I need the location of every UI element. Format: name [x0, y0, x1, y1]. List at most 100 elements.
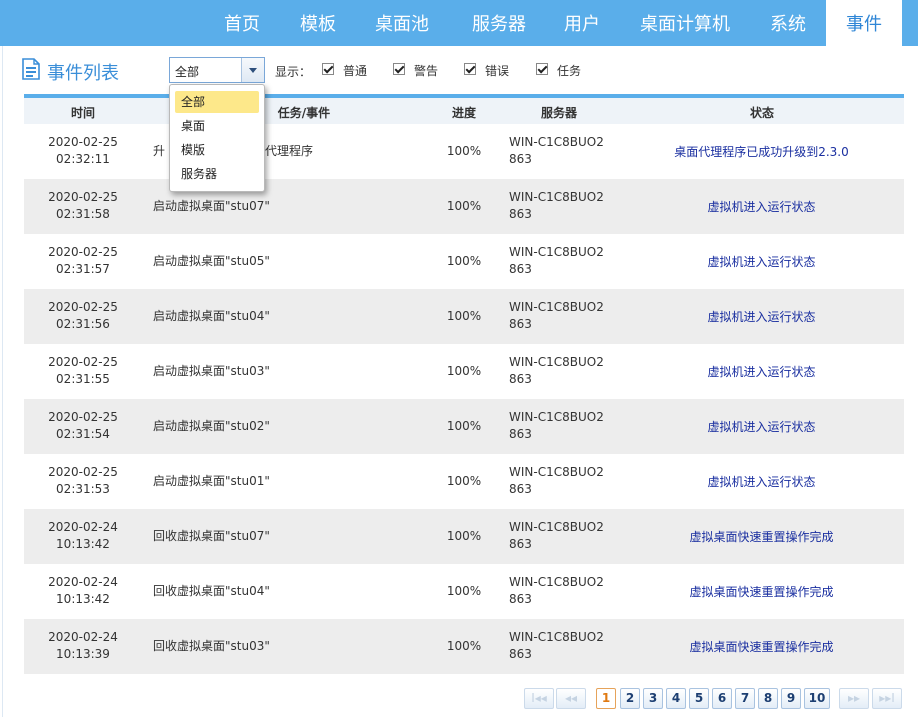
progress-cell: 100%: [446, 584, 482, 598]
page-button-2[interactable]: 2: [620, 688, 640, 709]
server-cell: WIN-C1C8BUO2 863: [509, 520, 604, 551]
table-row[interactable]: 2020-02-25 02:31:56 启动虚拟桌面"stu04" 100% WI…: [24, 289, 904, 344]
dropdown-option-server[interactable]: 服务器: [175, 163, 259, 185]
progress-cell: 100%: [446, 474, 482, 488]
page-button-9[interactable]: 9: [781, 688, 801, 709]
task-cell: 回收虚拟桌面"stu04": [153, 584, 270, 598]
nav-system[interactable]: 系统: [758, 0, 818, 46]
status-link[interactable]: 虚拟机进入运行状态: [644, 254, 879, 271]
dropdown-option-all[interactable]: 全部: [175, 91, 259, 113]
checkbox-label: 任务: [557, 64, 582, 78]
progress-cell: 100%: [446, 199, 482, 213]
checkbox-checked-icon[interactable]: [536, 63, 548, 75]
server-cell: WIN-C1C8BUO2 863: [509, 410, 604, 441]
checkbox-label: 错误: [485, 64, 510, 78]
progress-cell: 100%: [446, 639, 482, 653]
server-cell: WIN-C1C8BUO2 863: [509, 465, 604, 496]
checkbox-label: 警告: [414, 64, 439, 78]
status-link[interactable]: 虚拟机进入运行状态: [644, 419, 879, 436]
time-cell: 2020-02-24 10:13:42: [48, 520, 118, 551]
task-cell: 启动虚拟桌面"stu07": [153, 199, 270, 213]
chevron-down-icon: [249, 68, 257, 73]
last-page-button[interactable]: ▸▸I: [872, 688, 902, 709]
checkbox-checked-icon[interactable]: [464, 63, 476, 75]
table-row[interactable]: 2020-02-25 02:32:11 升代理程序 100% WIN-C1C8BU…: [24, 124, 904, 179]
status-link[interactable]: 虚拟机进入运行状态: [644, 199, 879, 216]
table-row[interactable]: 2020-02-25 02:31:54 启动虚拟桌面"stu02" 100% WI…: [24, 399, 904, 454]
page-button-3[interactable]: 3: [643, 688, 663, 709]
task-cell: 回收虚拟桌面"stu03": [153, 639, 270, 653]
column-header-server[interactable]: 服务器: [519, 104, 599, 121]
page-button-4[interactable]: 4: [666, 688, 686, 709]
table-header: 时间 任务/事件 进度 服务器 状态: [24, 98, 904, 124]
prev-page-button[interactable]: ◂◂: [556, 688, 586, 709]
event-type-dropdown: 全部 桌面 模版 服务器: [169, 84, 265, 192]
next-page-button[interactable]: ▸▸: [839, 688, 869, 709]
task-cell: 启动虚拟桌面"stu01": [153, 474, 270, 488]
first-page-button[interactable]: I◂◂: [524, 688, 554, 709]
server-cell: WIN-C1C8BUO2 863: [509, 135, 604, 166]
task-cell: 启动虚拟桌面"stu03": [153, 364, 270, 378]
nav-users[interactable]: 用户: [554, 0, 610, 46]
status-link[interactable]: 桌面代理程序已成功升级到2.3.0: [644, 144, 879, 161]
nav-desktop-pool[interactable]: 桌面池: [362, 0, 442, 46]
page-button-7[interactable]: 7: [735, 688, 755, 709]
page-button-1[interactable]: 1: [596, 688, 616, 709]
status-link[interactable]: 虚拟机进入运行状态: [644, 474, 879, 491]
server-cell: WIN-C1C8BUO2 863: [509, 630, 604, 661]
server-cell: WIN-C1C8BUO2 863: [509, 245, 604, 276]
status-link[interactable]: 虚拟桌面快速重置操作完成: [644, 584, 879, 601]
checkbox-label: 普通: [343, 64, 368, 78]
task-cell: 回收虚拟桌面"stu07": [153, 529, 270, 543]
select-dropdown-button[interactable]: [241, 58, 264, 82]
page-button-6[interactable]: 6: [712, 688, 732, 709]
table-row[interactable]: 2020-02-25 02:31:57 启动虚拟桌面"stu05" 100% WI…: [24, 234, 904, 289]
table-row[interactable]: 2020-02-24 10:13:39 回收虚拟桌面"stu03" 100% WI…: [24, 619, 904, 674]
column-header-time[interactable]: 时间: [24, 104, 142, 121]
server-cell: WIN-C1C8BUO2 863: [509, 355, 604, 386]
status-link[interactable]: 虚拟机进入运行状态: [644, 364, 879, 381]
select-value: 全部: [175, 65, 200, 79]
table-row[interactable]: 2020-02-24 10:13:42 回收虚拟桌面"stu07" 100% WI…: [24, 509, 904, 564]
nav-desktop-computers[interactable]: 桌面计算机: [627, 0, 743, 46]
event-type-select[interactable]: 全部: [169, 57, 265, 83]
page-button-8[interactable]: 8: [758, 688, 778, 709]
checkbox-checked-icon[interactable]: [322, 63, 334, 75]
status-link[interactable]: 虚拟机进入运行状态: [644, 309, 879, 326]
task-cell: 启动虚拟桌面"stu02": [153, 419, 270, 433]
status-link[interactable]: 虚拟桌面快速重置操作完成: [644, 639, 879, 656]
time-cell: 2020-02-24 10:13:42: [48, 575, 118, 606]
time-cell: 2020-02-24 10:13:39: [48, 630, 118, 661]
dropdown-option-template[interactable]: 模版: [175, 139, 259, 161]
table-row[interactable]: 2020-02-25 02:31:53 启动虚拟桌面"stu01" 100% WI…: [24, 454, 904, 509]
table-row[interactable]: 2020-02-25 02:31:55 启动虚拟桌面"stu03" 100% WI…: [24, 344, 904, 399]
progress-cell: 100%: [446, 254, 482, 268]
column-header-status[interactable]: 状态: [724, 104, 800, 121]
column-header-task[interactable]: 任务/事件: [264, 104, 344, 121]
time-cell: 2020-02-25 02:32:11: [48, 135, 118, 166]
progress-cell: 100%: [446, 144, 482, 158]
document-list-icon: [22, 58, 40, 80]
status-link[interactable]: 虚拟桌面快速重置操作完成: [644, 529, 879, 546]
checkbox-checked-icon[interactable]: [393, 63, 405, 75]
time-cell: 2020-02-25 02:31:55: [48, 355, 118, 386]
top-nav: 首页 模板 桌面池 服务器 用户 桌面计算机 系统 事件: [0, 0, 918, 46]
nav-templates[interactable]: 模板: [288, 0, 348, 46]
progress-cell: 100%: [446, 529, 482, 543]
table-row[interactable]: 2020-02-25 02:31:58 启动虚拟桌面"stu07" 100% WI…: [24, 179, 904, 234]
column-header-progress[interactable]: 进度: [432, 104, 496, 121]
dropdown-option-desktop[interactable]: 桌面: [175, 115, 259, 137]
page-button-5[interactable]: 5: [689, 688, 709, 709]
time-cell: 2020-02-25 02:31:57: [48, 245, 118, 276]
time-cell: 2020-02-25 02:31:53: [48, 465, 118, 496]
nav-servers[interactable]: 服务器: [459, 0, 539, 46]
progress-cell: 100%: [446, 419, 482, 433]
nav-home[interactable]: 首页: [212, 0, 272, 46]
task-cell: 启动虚拟桌面"stu05": [153, 254, 270, 268]
nav-events[interactable]: 事件: [826, 0, 902, 46]
progress-cell: 100%: [446, 309, 482, 323]
page-button-10[interactable]: 10: [804, 688, 830, 709]
show-label: 显示：: [275, 65, 312, 79]
table-row[interactable]: 2020-02-24 10:13:42 回收虚拟桌面"stu04" 100% WI…: [24, 564, 904, 619]
time-cell: 2020-02-25 02:31:58: [48, 190, 118, 221]
